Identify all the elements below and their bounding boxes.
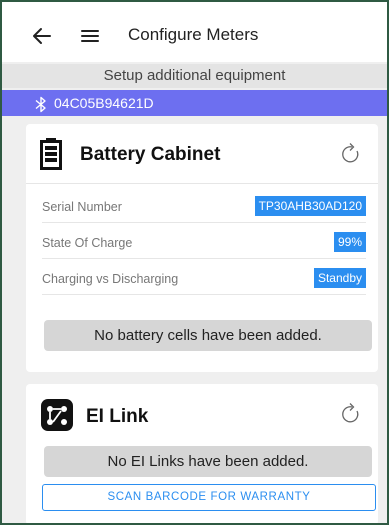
refresh-icon[interactable] [340, 142, 362, 166]
bluetooth-icon [35, 95, 47, 113]
ei-link-icon [40, 398, 74, 437]
app-frame: Configure Meters Setup additional equipm… [0, 0, 389, 525]
app-bar: Configure Meters [2, 2, 387, 62]
serial-number-value: TP30AHB30AD120 [254, 196, 366, 216]
arrow-left-icon[interactable] [30, 24, 54, 48]
card-title: Battery Cabinet [80, 144, 221, 165]
card-header: Battery Cabinet [26, 124, 378, 184]
state-of-charge-row: State Of Charge 99% [42, 227, 366, 259]
device-id: 04C05B94621D [54, 95, 154, 111]
page-title: Configure Meters [128, 25, 259, 44]
row-label: Charging vs Discharging [42, 272, 179, 286]
serial-number-row: Serial Number TP30AHB30AD120 [42, 191, 366, 223]
scan-barcode-button[interactable]: SCAN BARCODE FOR WARRANTY [42, 484, 376, 511]
no-ei-links-message: No EI Links have been added. [44, 446, 372, 477]
hamburger-menu-icon[interactable] [80, 26, 100, 46]
card-title: EI Link [86, 406, 149, 427]
state-of-charge-value: 99% [333, 232, 366, 252]
section-subheader: Setup additional equipment [2, 64, 387, 88]
charging-status-row: Charging vs Discharging Standby [42, 263, 366, 295]
battery-cabinet-card: Battery Cabinet Serial Number TP30AHB30A… [26, 124, 378, 372]
card-header: EI Link [26, 384, 378, 444]
row-label: Serial Number [42, 200, 122, 214]
row-label: State Of Charge [42, 236, 133, 250]
battery-icon [40, 138, 62, 175]
charging-status-value: Standby [313, 268, 366, 288]
device-bar[interactable]: 04C05B94621D [2, 90, 387, 116]
no-battery-cells-message: No battery cells have been added. [44, 320, 372, 351]
ei-link-card: EI Link No EI Links have been added. SCA… [26, 384, 378, 523]
refresh-icon[interactable] [340, 402, 362, 426]
